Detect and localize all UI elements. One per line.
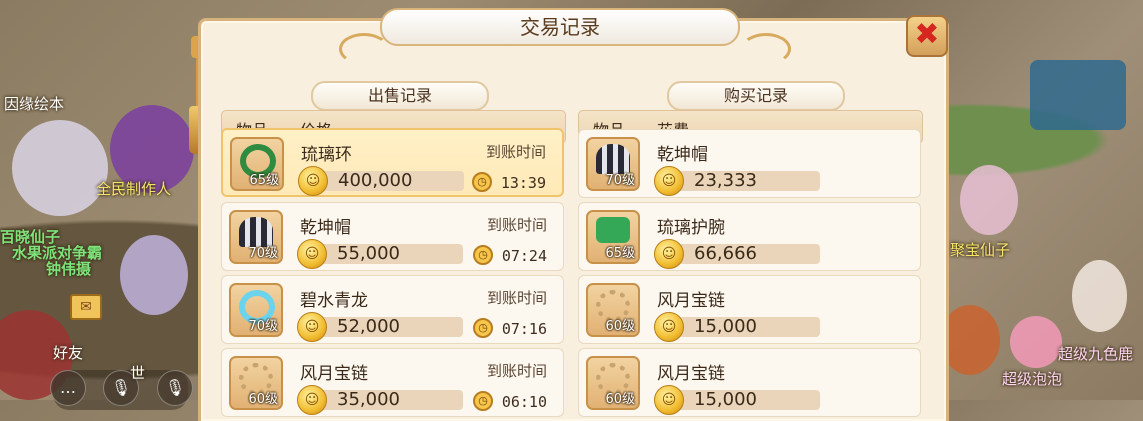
character-sprite	[940, 305, 1000, 375]
item-name: 风月宝链	[657, 364, 725, 384]
cost-value: 23,333	[670, 171, 820, 191]
arrival-time-label: 到账时间	[486, 289, 547, 307]
item-level: 60级	[605, 392, 635, 407]
coin-icon: ☺	[297, 385, 327, 415]
item-slot[interactable]: 60级	[586, 283, 640, 337]
scene-label[interactable]: 因缘绘本	[4, 93, 64, 114]
coin-icon: ☺	[654, 312, 684, 342]
price-value: 55,000	[313, 244, 463, 264]
scene-label[interactable]: 超级九色鹿	[1058, 343, 1133, 364]
sell-record-row[interactable]: 70级 碧水青龙 ☺ 52,000 到账时间 ◷ 07:16	[221, 275, 564, 344]
item-level: 65级	[249, 173, 279, 188]
item-level: 70级	[605, 173, 635, 188]
title-ornament	[741, 33, 791, 65]
price-value: 35,000	[313, 390, 463, 410]
item-slot[interactable]: 65级	[230, 137, 284, 191]
item-level: 65级	[605, 246, 635, 261]
clock-icon: ◷	[472, 172, 492, 192]
coin-icon: ☺	[297, 312, 327, 342]
item-name: 碧水青龙	[300, 291, 368, 311]
item-name: 风月宝链	[300, 364, 368, 384]
clock-icon: ◷	[473, 391, 493, 411]
clock-icon: ◷	[473, 318, 493, 338]
scene-label[interactable]: 好友	[53, 342, 83, 363]
mail-icon[interactable]: ✉	[70, 294, 102, 320]
scene-label[interactable]: 全民制作人	[96, 178, 171, 199]
item-name: 风月宝链	[657, 291, 725, 311]
arrival-time-value: 13:39	[500, 174, 546, 192]
item-slot[interactable]: 70级	[229, 283, 283, 337]
character-sprite	[1010, 316, 1062, 368]
cost-value: 15,000	[670, 317, 820, 337]
arrival-time-value: 06:10	[501, 393, 547, 411]
scene-label[interactable]: 钟伟摄	[46, 258, 91, 279]
item-slot[interactable]: 60级	[586, 356, 640, 410]
item-level: 70级	[248, 246, 278, 261]
character-sprite	[1072, 260, 1127, 332]
chat-icon[interactable]: …	[50, 370, 86, 406]
sell-record-row[interactable]: 70级 乾坤帽 ☺ 55,000 到账时间 ◷ 07:24	[221, 202, 564, 271]
character-sprite	[120, 235, 188, 315]
clock-icon: ◷	[473, 245, 493, 265]
item-level: 60级	[248, 392, 278, 407]
sell-record-title: 出售记录	[311, 81, 489, 111]
item-slot[interactable]: 70级	[586, 137, 640, 191]
arrival-time-label: 到账时间	[486, 216, 547, 234]
arrival-time-value: 07:24	[501, 247, 547, 265]
scene-label[interactable]: 超级泡泡	[1002, 368, 1062, 389]
coin-icon: ☺	[298, 166, 328, 196]
coin-icon: ☺	[654, 239, 684, 269]
buy-record-row[interactable]: 65级 琉璃护腕 ☺ 66,666	[578, 202, 921, 271]
arrival-time-label: 到账时间	[486, 362, 547, 380]
close-button[interactable]: ✖	[906, 15, 948, 57]
arrival-time-label: 到账时间	[485, 143, 546, 161]
building-sprite	[1030, 60, 1126, 130]
dialog-title: 交易记录	[380, 8, 740, 46]
item-name: 乾坤帽	[300, 218, 351, 238]
scene-label[interactable]: 聚宝仙子	[950, 239, 1010, 260]
character-sprite	[960, 165, 1018, 235]
item-level: 60级	[605, 319, 635, 334]
bracer-icon	[596, 217, 630, 243]
item-slot[interactable]: 60级	[229, 356, 283, 410]
title-ornament	[339, 33, 389, 65]
buy-record-row[interactable]: 60级 风月宝链 ☺ 15,000	[578, 348, 921, 417]
character-sprite	[12, 120, 108, 216]
buy-record-title: 购买记录	[667, 81, 845, 111]
item-name: 乾坤帽	[657, 145, 708, 165]
item-slot[interactable]: 65级	[586, 210, 640, 264]
cost-value: 15,000	[670, 390, 820, 410]
price-value: 52,000	[313, 317, 463, 337]
microphone-icon[interactable]: 🎙	[157, 370, 193, 406]
scene-label[interactable]: 世	[130, 362, 145, 383]
trade-record-panel: 出售记录 物品 价格 65级 琉璃环 ☺ 400,000 到账时间 ◷ 13:3…	[198, 18, 949, 421]
coin-icon: ☺	[654, 385, 684, 415]
arrival-time-value: 07:16	[501, 320, 547, 338]
item-slot[interactable]: 70级	[229, 210, 283, 264]
item-level: 70级	[248, 319, 278, 334]
cost-value: 66,666	[670, 244, 820, 264]
sell-record-row[interactable]: 60级 风月宝链 ☺ 35,000 到账时间 ◷ 06:10	[221, 348, 564, 417]
sell-record-row[interactable]: 65级 琉璃环 ☺ 400,000 到账时间 ◷ 13:39	[221, 128, 564, 197]
coin-icon: ☺	[654, 166, 684, 196]
buy-record-row[interactable]: 60级 风月宝链 ☺ 15,000	[578, 275, 921, 344]
price-value: 400,000	[314, 171, 464, 191]
item-name: 琉璃环	[301, 145, 352, 165]
item-name: 琉璃护腕	[657, 218, 725, 238]
buy-record-row[interactable]: 70级 乾坤帽 ☺ 23,333	[578, 129, 921, 198]
coin-icon: ☺	[297, 239, 327, 269]
